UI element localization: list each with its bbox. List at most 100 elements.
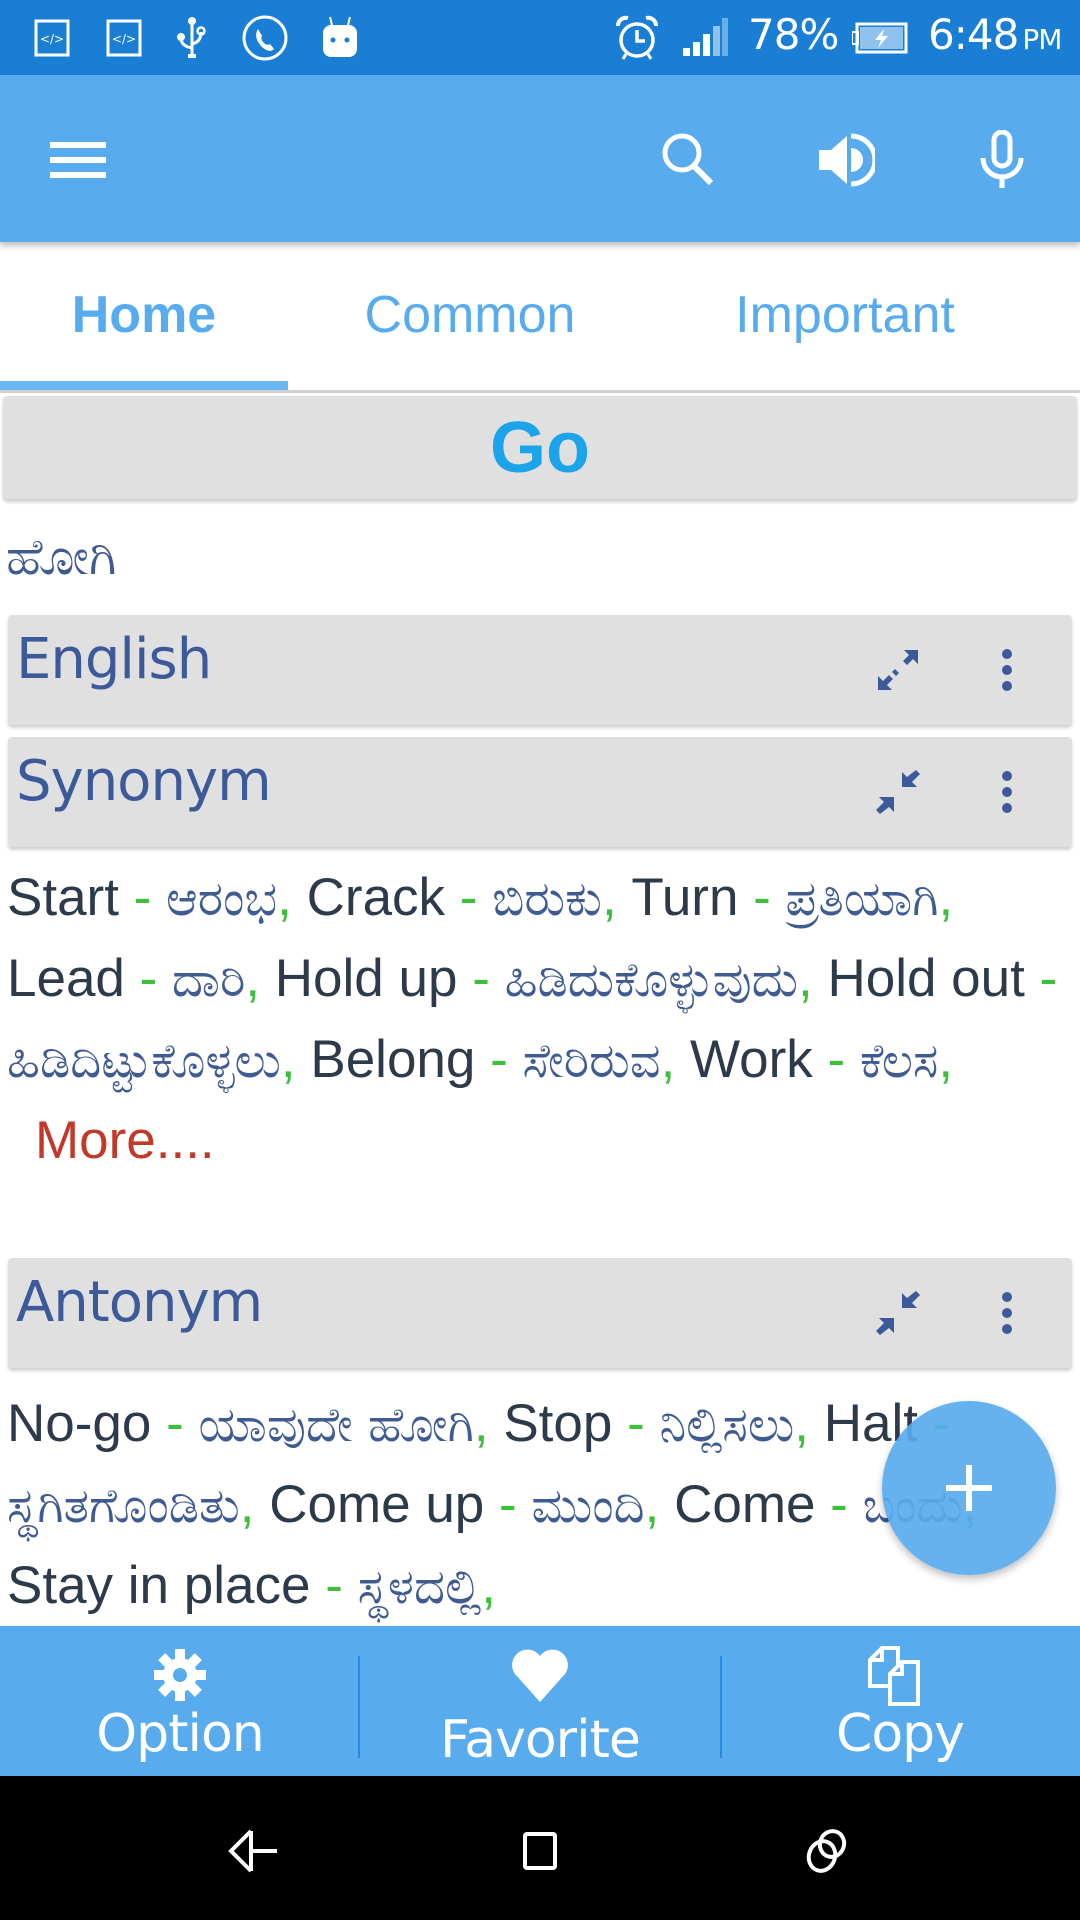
section-title: Antonym <box>16 1270 263 1335</box>
word-pair[interactable]: Belong - ಸೇರಿರುವ, <box>310 1030 675 1089</box>
english-word: Start <box>7 868 119 927</box>
clock-time: 6:48 <box>928 10 1019 59</box>
comma: , <box>239 1475 255 1534</box>
app-bar <box>0 75 1080 242</box>
separator: - <box>151 1394 199 1453</box>
comma: , <box>280 1030 296 1089</box>
copy-button[interactable]: Copy <box>720 1626 1080 1776</box>
copy-label: Copy <box>836 1704 965 1764</box>
tab-indicator <box>0 381 288 390</box>
collapse-icon[interactable] <box>868 762 928 822</box>
english-word: Stop <box>503 1394 613 1453</box>
separator: - <box>310 1556 358 1615</box>
section-title: English <box>16 627 212 692</box>
more-vert-icon[interactable] <box>982 640 1032 700</box>
english-word: Hold out <box>827 949 1025 1008</box>
separator: - <box>445 868 493 927</box>
english-word: Belong <box>310 1030 476 1089</box>
more-link[interactable]: More.... <box>35 1111 215 1170</box>
comma: , <box>601 868 617 927</box>
comma: , <box>473 1394 489 1453</box>
favorite-button[interactable]: Favorite <box>360 1626 720 1776</box>
status-bar: </> </> 78% 6:48 PM <box>0 0 1080 75</box>
word-pair[interactable]: Come up - ಮುಂದಿ, <box>269 1475 659 1534</box>
bottom-action-bar: Option Favorite Copy <box>0 1626 1080 1776</box>
plus-icon <box>946 1465 992 1511</box>
separator: - <box>815 1475 863 1534</box>
tab-home[interactable]: Home <box>0 242 288 388</box>
recents-icon[interactable] <box>782 1806 872 1896</box>
kannada-word: ಯಾವುದೇ ಹೋಗಿ <box>198 1397 474 1453</box>
speaker-icon[interactable] <box>806 120 886 200</box>
more-vert-icon[interactable] <box>982 1283 1032 1343</box>
battery-percent: 78% <box>748 10 839 59</box>
signal-icon <box>680 14 730 62</box>
word-pair[interactable]: Turn - ಪ್ರತಿಯಾಗಿ, <box>631 868 953 927</box>
option-label: Option <box>96 1704 265 1764</box>
back-icon[interactable] <box>208 1806 298 1896</box>
comma: , <box>797 949 813 1008</box>
collapse-icon[interactable] <box>868 1283 928 1343</box>
add-fab-button[interactable] <box>882 1401 1056 1575</box>
usb-icon <box>172 14 212 62</box>
home-icon[interactable] <box>495 1806 585 1896</box>
comma: , <box>938 868 954 927</box>
word-pair[interactable]: Start - ಆರಂಭ, <box>7 868 292 927</box>
english-word: No-go <box>7 1394 152 1453</box>
word-pair[interactable]: Crack - ಬಿರುಕು, <box>307 868 617 927</box>
microphone-icon[interactable] <box>962 120 1042 200</box>
kannada-word: ಸ್ಥಳದಲ್ಲಿ <box>357 1559 482 1615</box>
section-header-english[interactable]: English <box>8 615 1072 725</box>
search-icon[interactable] <box>648 120 728 200</box>
comma: , <box>481 1556 497 1615</box>
english-word: Stay in place <box>7 1556 311 1615</box>
kannada-word: ಆರಂಭ <box>166 871 278 927</box>
tab-important[interactable]: Important <box>700 242 990 388</box>
code-icon: </> <box>32 14 72 62</box>
separator: - <box>457 949 505 1008</box>
word-pair[interactable]: Work - ಕೆಲಸ, <box>690 1030 953 1089</box>
word-pair[interactable]: Stay in place - ಸ್ಥಳದಲ್ಲಿ, <box>7 1556 496 1615</box>
android-icon <box>318 14 362 62</box>
kannada-word: ಬಿರುಕು <box>492 871 602 927</box>
expand-icon[interactable] <box>868 640 928 700</box>
system-nav-bar <box>0 1776 1080 1920</box>
separator: - <box>484 1475 532 1534</box>
section-header-synonym[interactable]: Synonym <box>8 737 1072 847</box>
kannada-word: ಮುಂದಿ <box>531 1478 645 1534</box>
more-vert-icon[interactable] <box>982 762 1032 822</box>
hamburger-menu-icon[interactable] <box>38 120 118 200</box>
kannada-word: ಹಿಡಿದುಕೊಳ್ಳುವುದು <box>504 952 798 1008</box>
word-pair[interactable]: Stop - ನಿಲ್ಲಿಸಲು, <box>503 1394 809 1453</box>
comma: , <box>245 949 261 1008</box>
separator: - <box>1024 949 1058 1008</box>
kannada-word: ಸೇರಿರುವ <box>522 1033 661 1089</box>
english-word: Come <box>674 1475 816 1534</box>
copy-icon <box>720 1644 1080 1708</box>
english-word: Work <box>690 1030 813 1089</box>
english-word: Crack <box>306 868 446 927</box>
section-header-antonym[interactable]: Antonym <box>8 1258 1072 1368</box>
tab-common[interactable]: Common <box>330 242 610 388</box>
word-pair[interactable]: No-go - ಯಾವುದೇ ಹೋಗಿ, <box>7 1394 489 1453</box>
option-button[interactable]: Option <box>0 1626 360 1776</box>
tabs-divider <box>0 390 1080 393</box>
code-icon: </> <box>104 14 144 62</box>
phone-call-icon <box>240 14 290 62</box>
separator: - <box>118 868 167 927</box>
kannada-word: ನಿಲ್ಲಿಸಲು <box>659 1397 795 1453</box>
kannada-word: ಹಿಡಿದಿಟ್ಟುಕೊಳ್ಳಲು <box>7 1033 281 1089</box>
clock-ampm: PM <box>1022 23 1062 56</box>
alarm-icon <box>612 14 662 62</box>
battery-charging-icon <box>852 14 908 62</box>
english-word: Lead <box>7 949 125 1008</box>
english-word: Come up <box>269 1475 485 1534</box>
comma: , <box>660 1030 676 1089</box>
word-pair[interactable]: Hold up - ಹಿಡಿದುಕೊಳ್ಳುವುದು, <box>275 949 813 1008</box>
separator: - <box>612 1394 660 1453</box>
word-pair[interactable]: Lead - ದಾರಿ, <box>7 949 260 1008</box>
word-translation: ಹೋಗಿ <box>6 528 117 586</box>
english-word: Hold up <box>274 949 458 1008</box>
heart-icon <box>360 1648 720 1704</box>
comma: , <box>644 1475 660 1534</box>
